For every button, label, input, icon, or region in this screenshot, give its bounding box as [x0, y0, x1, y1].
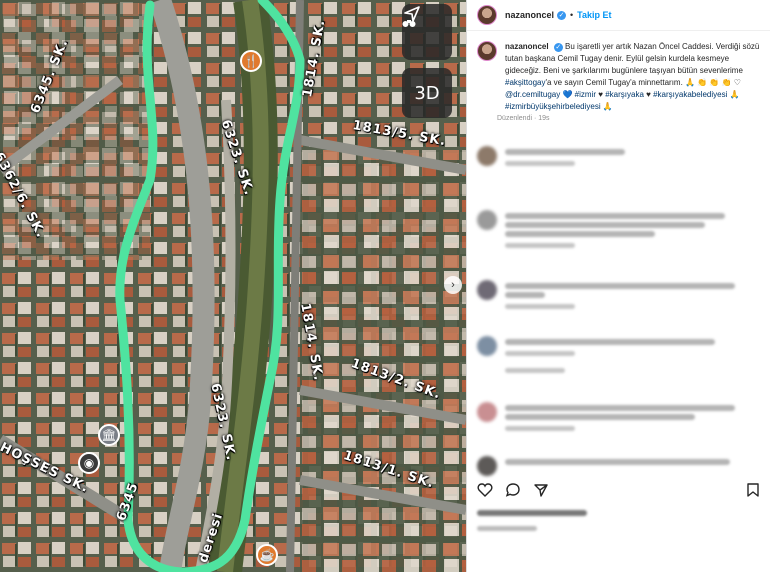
3d-toggle-button[interactable]: 3D: [402, 68, 452, 118]
binoculars-icon: [402, 20, 416, 27]
avatar[interactable]: [477, 41, 497, 61]
hashtag-link[interactable]: #izmirbüyükşehirbelediyesi: [505, 102, 601, 111]
locate-button[interactable]: [402, 4, 452, 60]
likes-count-blurred: [477, 510, 587, 516]
post-header: nazanoncel ✓ • Takip Et: [467, 0, 770, 31]
caption-text: nazanoncel ✓ Bu işaretli yer artık Nazan…: [505, 41, 760, 113]
post-caption: nazanoncel ✓ Bu işaretli yer artık Nazan…: [467, 31, 770, 122]
hashtag-link[interactable]: #karşıyaka: [605, 90, 644, 99]
caption-segment: ♥: [596, 90, 606, 99]
post-date-blurred: [477, 526, 537, 531]
caption-segment: ♥: [643, 90, 654, 99]
caption-segment: 'a ve sayın Cemil Tugay'a minnettarım. 🙏…: [545, 78, 741, 87]
caption-segment: 🙏: [600, 102, 613, 111]
separator-dot: •: [570, 10, 574, 20]
comment-item: [467, 280, 770, 309]
share-icon[interactable]: [533, 482, 549, 498]
instagram-post-panel: nazanoncel ✓ • Takip Et nazanoncel ✓ Bu …: [466, 0, 770, 572]
restaurant-icon[interactable]: 🍴: [240, 50, 262, 72]
cafe-icon[interactable]: ☕: [256, 544, 278, 566]
hashtag-link[interactable]: #karşıyakabelediyesi: [653, 90, 727, 99]
mention-link[interactable]: @dr.cemiltugay: [505, 90, 560, 99]
comment-item: [467, 146, 770, 166]
verified-badge-icon: ✓: [557, 10, 567, 20]
avatar[interactable]: [477, 146, 497, 166]
bookmark-icon[interactable]: [746, 482, 760, 498]
avatar[interactable]: [477, 336, 497, 356]
edited-timestamp: Düzenlendi · 19s: [497, 115, 550, 122]
caption-segment: 🙏: [727, 90, 740, 99]
comment-item: [467, 336, 770, 373]
museum-icon[interactable]: 🏛: [98, 424, 120, 446]
avatar[interactable]: [477, 280, 497, 300]
like-icon[interactable]: [477, 482, 493, 498]
avatar[interactable]: [477, 210, 497, 230]
avatar[interactable]: [477, 5, 497, 25]
hashtag-link[interactable]: #akşittogay: [505, 78, 545, 87]
comment-item: [467, 402, 770, 431]
avatar[interactable]: [477, 456, 497, 476]
comment-icon[interactable]: [505, 482, 521, 498]
follow-button[interactable]: Takip Et: [577, 10, 611, 20]
caption-segment: 💙: [560, 90, 575, 99]
comment-item: [467, 456, 770, 476]
verified-badge-icon: ✓: [553, 43, 563, 52]
hashtag-link[interactable]: #izmir: [575, 90, 596, 99]
carousel-next-icon[interactable]: ›: [444, 276, 462, 294]
place-pin-icon[interactable]: ◉: [78, 452, 100, 474]
avatar[interactable]: [477, 402, 497, 422]
caption-username[interactable]: nazanoncel: [505, 42, 549, 51]
map-view[interactable]: 6345. SK. 6362/6. SK. 6323. SK. 6323. SK…: [0, 0, 466, 572]
comment-item: [467, 210, 770, 248]
username-link[interactable]: nazanoncel: [505, 10, 554, 20]
post-actions: [467, 482, 770, 498]
